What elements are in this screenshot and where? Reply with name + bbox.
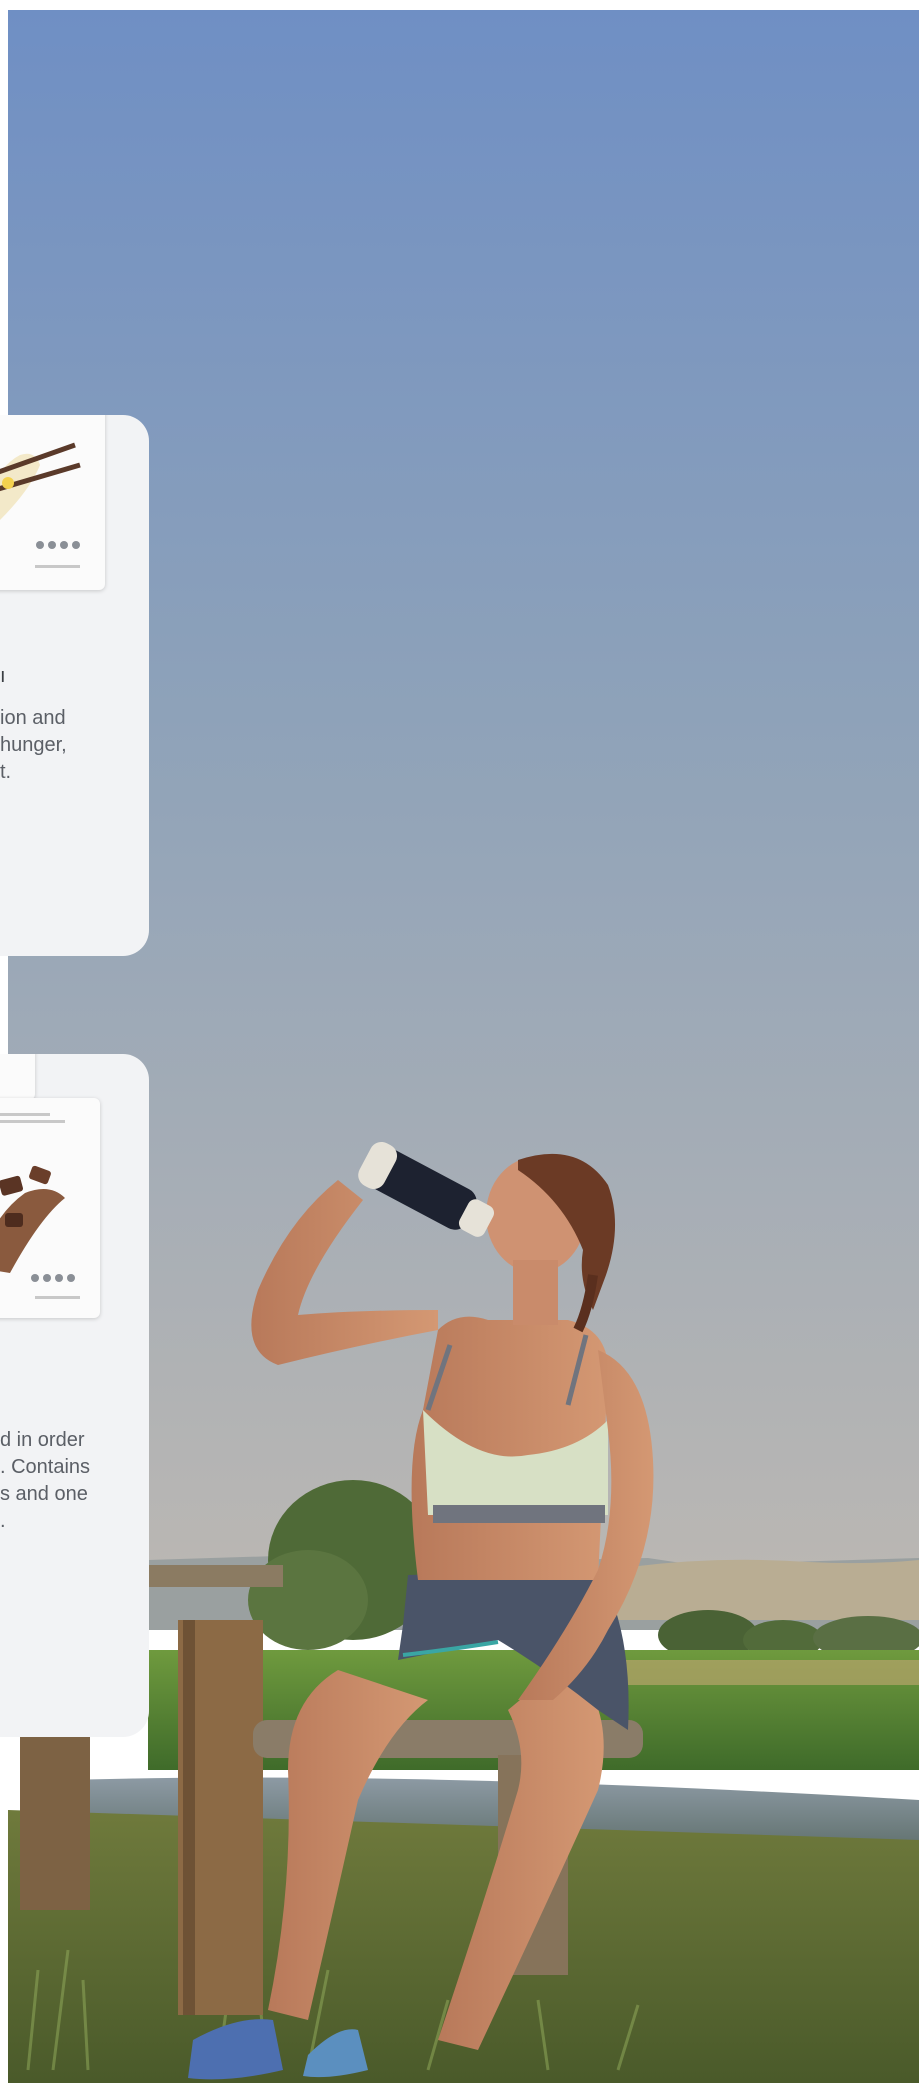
desc-line-4: . bbox=[0, 1510, 6, 1532]
desc-line-4: t. bbox=[0, 761, 12, 783]
product-card-chocolate[interactable]: d in order . Contains s and one . bbox=[0, 1054, 149, 1737]
vanilla-pack-image bbox=[0, 415, 105, 590]
desc-line-1: d in order bbox=[0, 1429, 85, 1451]
card-description: d in order . Contains s and one . bbox=[0, 1427, 110, 1535]
desc-line-3: s and one bbox=[0, 1483, 88, 1505]
pack-back-image bbox=[0, 1054, 35, 1100]
desc-line-2: hunger, bbox=[0, 734, 67, 756]
hero-photo bbox=[8, 10, 919, 2083]
product-card-vanilla[interactable]: ı ion and hunger, t. bbox=[0, 415, 149, 956]
chocolate-pack-image bbox=[0, 1098, 100, 1318]
card-description: ion and hunger, t. bbox=[0, 705, 110, 786]
card-title: ı bbox=[0, 665, 6, 687]
desc-line-1: ion and bbox=[0, 707, 66, 729]
desc-line-2: . Contains bbox=[0, 1456, 91, 1478]
